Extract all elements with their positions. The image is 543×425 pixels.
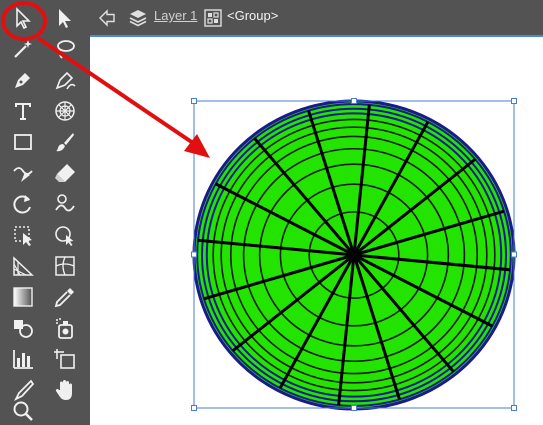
shape-builder-tool-icon [55, 226, 74, 246]
polar-grid-tool-icon [55, 101, 75, 121]
direct-selection-tool[interactable] [50, 4, 80, 32]
back-arrow-icon[interactable] [98, 9, 116, 32]
blend-tool-icon [14, 320, 33, 338]
symbol-sprayer-tool-icon [56, 318, 73, 339]
pen-tool-icon [15, 73, 30, 88]
free-transform-tool-icon [14, 226, 32, 246]
paintbrush-tool-icon [56, 133, 74, 152]
artboard-canvas[interactable] [90, 37, 543, 425]
layer-breadcrumb[interactable]: Layer 1 [154, 8, 197, 23]
symbol-sprayer-tool[interactable] [50, 314, 80, 342]
eraser-tool-icon [55, 164, 75, 182]
column-graph-tool-icon [13, 350, 33, 369]
lasso-tool[interactable] [50, 35, 80, 63]
magic-wand-tool-icon [14, 40, 32, 58]
eyedropper-tool[interactable] [50, 283, 80, 311]
eraser-tool[interactable] [50, 159, 80, 187]
perspective-grid-tool[interactable] [8, 252, 38, 280]
isolation-mode-bar: Layer 1 <Group> [90, 0, 543, 37]
lasso-tool-icon [57, 40, 75, 59]
shape-builder-tool[interactable] [50, 221, 80, 249]
polar-grid-tool[interactable] [50, 97, 80, 125]
curvature-tool[interactable] [50, 66, 80, 94]
column-graph-tool[interactable] [8, 345, 38, 373]
tools-panel [0, 0, 90, 425]
curvature-tool-icon [55, 71, 76, 90]
hand-tool-icon [55, 380, 72, 400]
shaper-tool[interactable] [8, 159, 38, 187]
gradient-tool[interactable] [8, 283, 38, 311]
blend-tool[interactable] [8, 314, 38, 342]
direct-selection-tool-icon [59, 9, 71, 28]
selection-tool-icon [16, 7, 31, 30]
artboard-tool-icon [54, 349, 75, 369]
zoom-tool-icon [13, 401, 33, 421]
eyedropper-tool-icon [54, 288, 74, 308]
selection-tool[interactable] [8, 4, 38, 32]
gradient-tool-icon [13, 287, 33, 307]
rotate-tool[interactable] [8, 190, 38, 218]
type-tool[interactable] [8, 97, 38, 125]
rotate-tool-icon [13, 195, 31, 214]
warp-tool[interactable] [50, 190, 80, 218]
hand-tool[interactable] [50, 376, 80, 404]
warp-tool-icon [55, 194, 75, 212]
perspective-grid-tool-icon [13, 256, 34, 276]
type-tool-icon [15, 103, 31, 120]
free-transform-tool[interactable] [8, 221, 38, 249]
rectangle-tool-icon [14, 134, 32, 150]
shaper-tool-icon [13, 167, 33, 182]
zoom-tool[interactable] [8, 397, 38, 425]
group-icon [204, 9, 222, 32]
mesh-tool[interactable] [50, 252, 80, 280]
pen-tool[interactable] [8, 66, 38, 94]
group-breadcrumb[interactable]: <Group> [227, 8, 278, 23]
layers-icon [128, 8, 148, 33]
mesh-tool-icon [55, 256, 75, 276]
paintbrush-tool[interactable] [50, 128, 80, 156]
rectangle-tool[interactable] [8, 128, 38, 156]
artboard-tool[interactable] [50, 345, 80, 373]
magic-wand-tool[interactable] [8, 35, 38, 63]
